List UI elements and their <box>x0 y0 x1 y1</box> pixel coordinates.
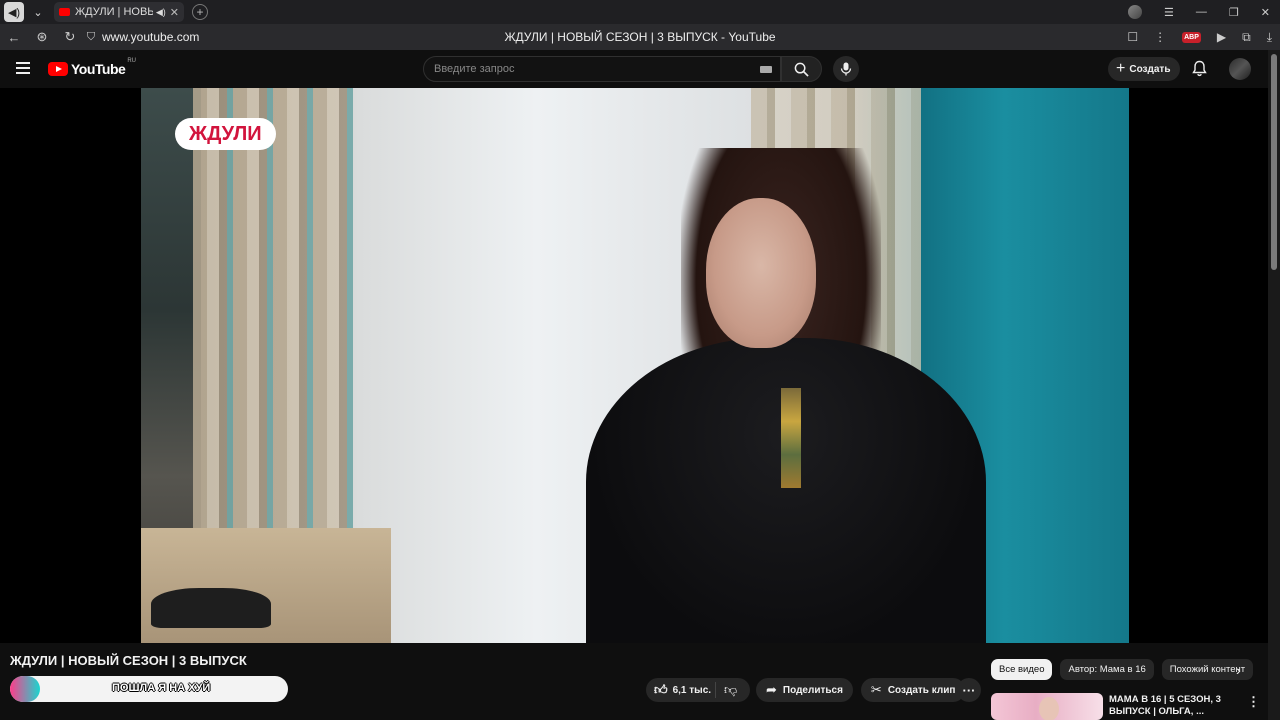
browser-menu-icon[interactable]: ☰ <box>1164 6 1174 19</box>
scrollbar-thumb[interactable] <box>1271 54 1277 270</box>
channel-overlay-pill: ПОШЛА Я НА ХУЙ <box>10 676 288 702</box>
voice-search-button[interactable] <box>833 56 859 82</box>
create-button[interactable]: + Создать <box>1108 57 1181 81</box>
thumbs-down-icon: 👎︎ <box>724 682 738 697</box>
tab-audio-icon[interactable]: ◀) <box>4 2 24 22</box>
tab-speaker-icon[interactable]: ◀) <box>156 7 166 18</box>
chips-next-icon[interactable]: › <box>1236 662 1241 678</box>
youtube-logo[interactable]: YouTube RU <box>48 58 136 77</box>
share-icon: ➦ <box>766 682 777 697</box>
notifications-icon[interactable] <box>1192 60 1207 82</box>
window-controls: ☰ — ❐ ✕ <box>1128 0 1270 24</box>
overlay-caption: ПОШЛА Я НА ХУЙ <box>112 682 211 694</box>
address-bar-actions: ☐ ⋮ ABP ▶ ⧉ ⤓ <box>1127 24 1272 50</box>
plus-icon: + <box>1116 60 1126 77</box>
channel-avatar[interactable] <box>10 676 40 702</box>
more-actions-icon[interactable]: ··· <box>957 678 981 702</box>
adblock-icon[interactable]: ABP <box>1182 31 1201 43</box>
video-title: ЖДУЛИ | НОВЫЙ СЕЗОН | 3 ВЫПУСК <box>10 653 247 668</box>
video-scene-face <box>706 198 816 348</box>
video-scene-person <box>586 338 986 643</box>
media-icon[interactable]: ▶ <box>1217 30 1226 44</box>
mic-icon <box>840 62 852 76</box>
clip-button[interactable]: ✂ Создать клип <box>860 678 966 702</box>
browser-tabbar: ◀) ⌄ ЖДУЛИ | НОВЫЙ С ◀) ✕ + ☰ — ❐ ✕ <box>0 0 1280 24</box>
browser-tab-youtube[interactable]: ЖДУЛИ | НОВЫЙ С ◀) ✕ <box>54 2 184 22</box>
address-bar: ← ⊛ ↻ ⛉ www.youtube.com ЖДУЛИ | НОВЫЙ СЕ… <box>0 24 1280 50</box>
share-label: Поделиться <box>782 684 843 696</box>
menu-icon[interactable] <box>16 62 30 74</box>
video-scene-pan <box>151 588 271 628</box>
bookmark-icon[interactable]: ☐ <box>1127 30 1138 44</box>
thumbs-up-icon: 👍︎ <box>654 682 668 697</box>
youtube-favicon-icon <box>59 8 70 16</box>
download-icon[interactable]: ⤓ <box>1267 30 1272 45</box>
video-player[interactable]: ЖДУЛИ <box>141 88 1129 643</box>
recommended-more-icon[interactable]: ⋮ <box>1247 694 1260 710</box>
show-logo-badge: ЖДУЛИ <box>175 118 276 150</box>
related-chips: Все видео Автор: Мама в 16 Похожий конте… <box>991 659 1256 681</box>
tab-title: ЖДУЛИ | НОВЫЙ С <box>75 6 153 18</box>
minimize-icon[interactable]: — <box>1196 6 1207 18</box>
recommended-title[interactable]: МАМА В 16 | 5 СЕЗОН, 3 ВЫПУСК | ОЛЬГА, .… <box>1109 694 1239 718</box>
extensions-icon[interactable]: ⧉ <box>1242 30 1251 45</box>
close-window-icon[interactable]: ✕ <box>1261 6 1270 19</box>
recommended-video[interactable]: МАМА В 16 | 5 СЕЗОН, 3 ВЫПУСК | ОЛЬГА, .… <box>991 692 1261 720</box>
scissors-icon: ✂ <box>870 682 882 697</box>
new-tab-button[interactable]: + <box>192 4 208 20</box>
search-icon <box>794 62 809 77</box>
more-vertical-icon[interactable]: ⋮ <box>1154 30 1166 44</box>
thumbnail-face <box>1039 697 1059 720</box>
keyboard-icon[interactable] <box>760 66 772 73</box>
logo-text: YouTube <box>71 61 126 77</box>
site-info-icon[interactable]: ⛉ <box>84 31 98 44</box>
page-scrollbar[interactable] <box>1268 50 1280 720</box>
tab-close-icon[interactable]: ✕ <box>170 6 179 19</box>
browser-profile-icon[interactable] <box>1128 5 1143 19</box>
tab-list-dropdown-icon[interactable]: ⌄ <box>28 2 48 22</box>
avatar[interactable] <box>1229 58 1251 80</box>
url-text[interactable]: www.youtube.com <box>102 30 199 44</box>
restore-icon[interactable]: ❐ <box>1229 6 1239 19</box>
share-button[interactable]: ➦ Поделиться <box>756 678 853 702</box>
search-input[interactable] <box>424 57 780 81</box>
back-icon[interactable]: ← <box>0 30 28 45</box>
reload-icon[interactable]: ↻ <box>56 29 84 45</box>
chip-all-videos[interactable]: Все видео <box>991 659 1053 680</box>
dislike-button[interactable]: 👎︎ <box>716 681 742 699</box>
search-button[interactable] <box>781 56 822 82</box>
chip-author[interactable]: Автор: Мама в 16 <box>1060 659 1154 680</box>
video-actions: ➦ Поделиться ✂ Создать клип <box>756 678 966 702</box>
country-code: RU <box>127 58 136 64</box>
search-box <box>423 56 781 82</box>
like-dislike-group: 👍︎ 6,1 тыс. 👎︎ <box>646 678 750 702</box>
youtube-header: YouTube RU + Создать <box>0 50 1268 88</box>
like-count: 6,1 тыс. <box>672 684 712 696</box>
like-button[interactable]: 👍︎ 6,1 тыс. <box>646 682 716 698</box>
youtube-play-icon <box>48 62 68 76</box>
protect-icon[interactable]: ⊛ <box>28 29 56 45</box>
video-scene-scarf <box>781 388 801 488</box>
clip-label: Создать клип <box>887 684 956 696</box>
recommended-thumbnail[interactable] <box>991 693 1103 720</box>
create-label: Создать <box>1129 63 1171 75</box>
